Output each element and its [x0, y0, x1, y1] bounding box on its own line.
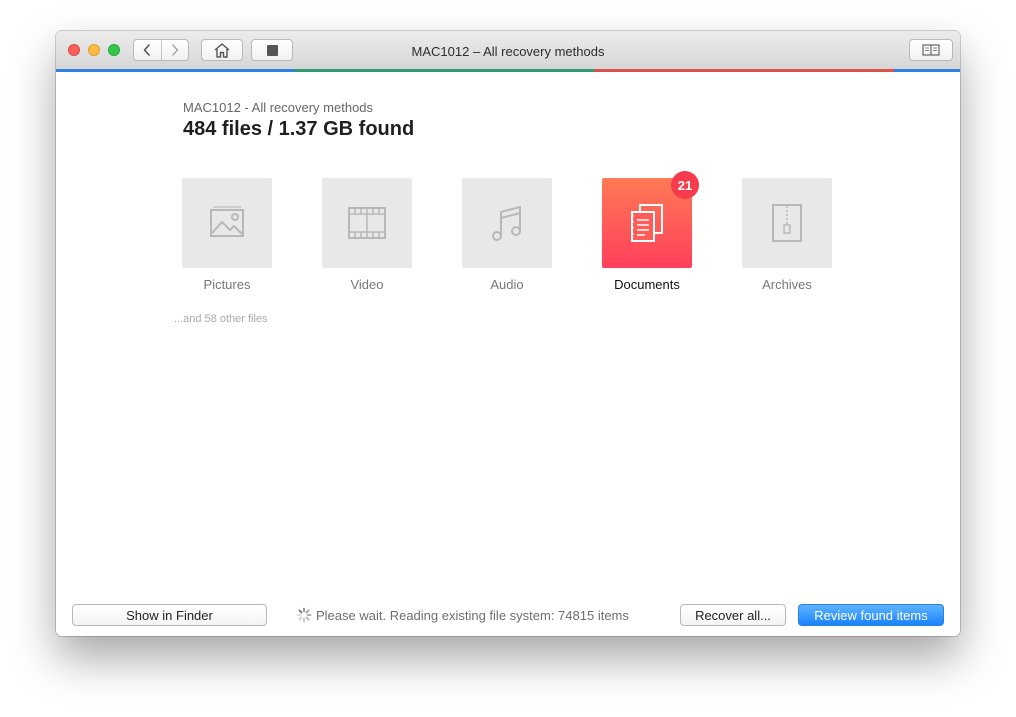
category-video[interactable]: Video	[322, 178, 412, 292]
category-tile[interactable]	[182, 178, 272, 268]
picture-icon	[210, 206, 244, 237]
documents-icon	[631, 204, 663, 242]
category-tile[interactable]	[462, 178, 552, 268]
review-found-items-button[interactable]: Review found items	[798, 604, 944, 626]
count-badge: 21	[671, 171, 699, 199]
category-label: Video	[350, 277, 384, 292]
main-content: MAC1012 - All recovery methods 484 files…	[56, 72, 960, 636]
title-bar: MAC1012 – All recovery methods	[56, 31, 960, 69]
app-window: MAC1012 – All recovery methods MAC1012 -…	[56, 31, 960, 636]
book-sidebar-icon	[922, 44, 940, 56]
category-tile[interactable]	[322, 178, 412, 268]
scan-summary: 484 files / 1.37 GB found	[183, 118, 415, 140]
category-documents[interactable]: 21 Documents	[602, 171, 699, 292]
category-label: Archives	[762, 277, 812, 292]
scan-subtitle: MAC1012 - All recovery methods	[183, 100, 374, 115]
category-label: Pictures	[203, 277, 251, 292]
category-label: Audio	[490, 277, 524, 292]
category-list: Pictures Video Audio 21 Documents Archiv…	[182, 171, 882, 292]
category-pictures[interactable]: Pictures	[182, 178, 272, 292]
music-note-icon	[492, 206, 521, 241]
category-label: Documents	[614, 277, 680, 292]
film-icon	[348, 207, 386, 239]
status-text: Please wait. Reading existing file syste…	[316, 607, 629, 623]
category-archives[interactable]: Archives	[742, 178, 832, 292]
category-tile[interactable]	[742, 178, 832, 268]
loading-spinner-icon	[296, 607, 312, 623]
scan-status: Please wait. Reading existing file syste…	[296, 607, 629, 623]
recover-all-button[interactable]: Recover all...	[680, 604, 786, 626]
other-files-note: ...and 58 other files	[174, 313, 268, 325]
show-in-finder-button[interactable]: Show in Finder	[72, 604, 267, 626]
archive-zip-icon	[772, 204, 802, 242]
window-title: MAC1012 – All recovery methods	[411, 44, 605, 59]
sidebar-toggle-button[interactable]	[909, 39, 953, 61]
category-audio[interactable]: Audio	[462, 178, 552, 292]
